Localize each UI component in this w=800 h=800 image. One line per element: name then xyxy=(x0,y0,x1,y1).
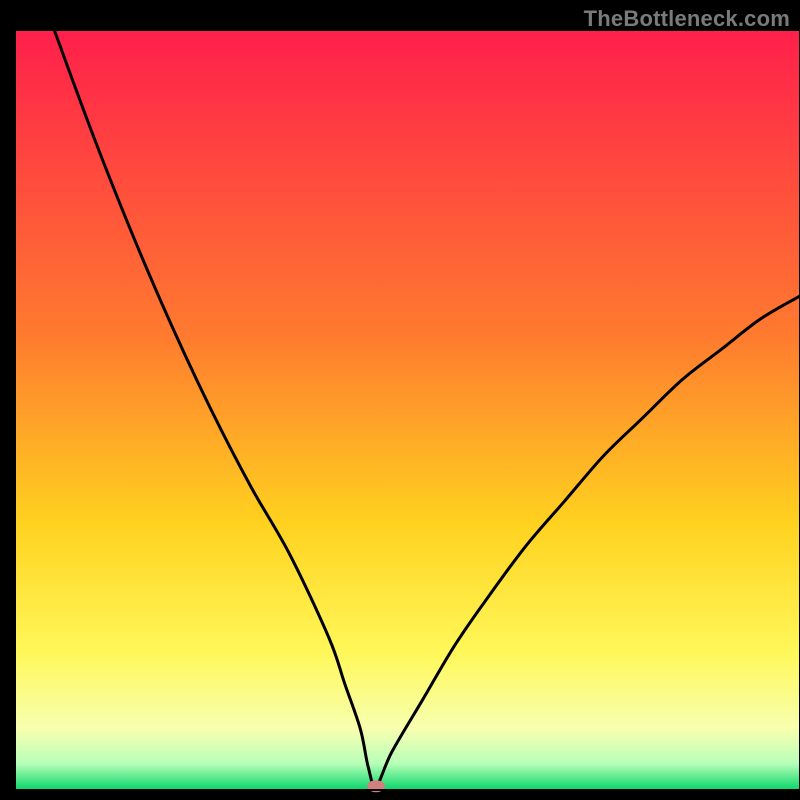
bottleneck-chart xyxy=(0,0,800,800)
watermark-label: TheBottleneck.com xyxy=(584,6,790,32)
plot-background xyxy=(15,30,800,790)
chart-container: TheBottleneck.com xyxy=(0,0,800,800)
